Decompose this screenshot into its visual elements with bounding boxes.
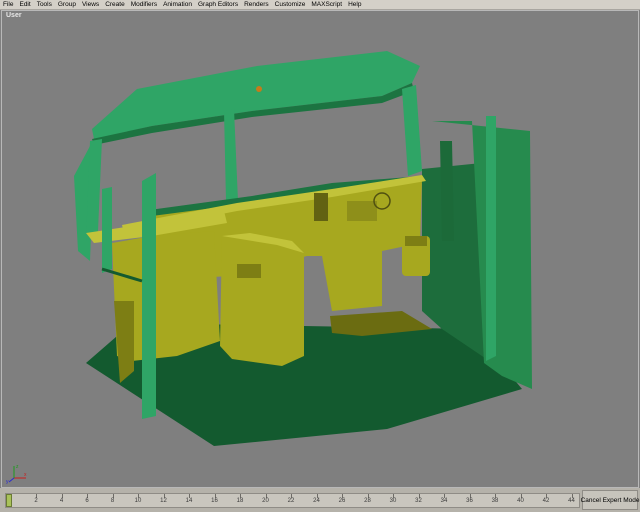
axis-x-label: x — [24, 472, 27, 478]
menu-item-modifiers[interactable]: Modifiers — [128, 0, 160, 10]
right-window-frame — [440, 141, 454, 241]
menu-item-group[interactable]: Group — [55, 0, 79, 10]
timeline-tick-label: 10 — [134, 498, 142, 504]
timeline-tick-label: 2 — [34, 498, 38, 504]
menu-item-animation[interactable]: Animation — [160, 0, 195, 10]
timeline-tick-label: 38 — [491, 498, 499, 504]
cab-roof — [92, 51, 420, 139]
left-mid-post — [102, 187, 112, 273]
timeline-tick-label: 8 — [110, 498, 115, 504]
time-slider[interactable] — [6, 494, 12, 507]
timeline-tick-label: 14 — [185, 498, 193, 504]
timeline-tick-label: 42 — [542, 498, 550, 504]
timeline-tick-label: 6 — [85, 498, 89, 504]
menu-item-tools[interactable]: Tools — [34, 0, 55, 10]
cab-model-scene[interactable] — [2, 11, 638, 487]
time-track[interactable]: 2 4 6 8 10 12 14 16 18 20 22 24 26 28 30 32 34 36 38 40 42 44 — [5, 493, 580, 508]
menu-item-create[interactable]: Create — [102, 0, 128, 10]
timeline-tick-label: 4 — [59, 498, 64, 504]
menu-item-customize[interactable]: Customize — [272, 0, 309, 10]
menu-item-file[interactable]: File — [0, 0, 16, 10]
roof-light — [256, 86, 262, 92]
menu-item-graph-editors[interactable]: Graph Editors — [195, 0, 241, 10]
timeline-tick-label: 40 — [517, 498, 524, 504]
engine-box — [220, 236, 304, 366]
timeline-tick-label: 32 — [415, 498, 422, 504]
axis-y-label: y — [6, 479, 9, 484]
dash-recess — [314, 193, 328, 221]
timeline-tick-label: 28 — [364, 498, 371, 504]
dash-recess-2 — [347, 201, 377, 221]
menu-bar: File Edit Tools Group Views Create Modifiers An… — [0, 0, 640, 10]
timeline-bar: 2 4 6 8 10 12 14 16 18 20 22 24 26 28 30 32 34 36 38 40 42 44… — [0, 488, 640, 512]
right-cylinder-top — [405, 236, 427, 246]
menu-item-renders[interactable]: Renders — [241, 0, 272, 10]
menu-item-maxscript[interactable]: MAXScript — [308, 0, 345, 10]
cancel-expert-mode-button[interactable]: Cancel Expert Mode — [581, 490, 639, 510]
timeline-tick-label: 24 — [313, 498, 320, 504]
menu-item-help[interactable]: Help — [345, 0, 364, 10]
timeline-tick-label: 22 — [287, 498, 295, 504]
menu-item-views[interactable]: Views — [79, 0, 102, 10]
center-pillar — [224, 109, 238, 201]
axis-z-label: z — [16, 464, 19, 470]
timeline-tick-label: 20 — [262, 498, 269, 504]
menu-item-edit[interactable]: Edit — [16, 0, 33, 10]
timeline-tick-label: 26 — [338, 498, 346, 504]
timeline-tick-label: 16 — [211, 498, 218, 504]
right-front-pillar — [402, 85, 422, 176]
timeline-tick-label: 44 — [568, 498, 575, 504]
left-front-post — [142, 173, 156, 419]
engine-box-slot — [237, 264, 261, 278]
axis-tripod-icon: x z y — [6, 464, 27, 484]
timeline-tick-label: 36 — [466, 498, 473, 504]
timeline-tick-label: 12 — [160, 498, 167, 504]
timeline-tick-label: 30 — [389, 498, 397, 504]
timeline-tick-label: 18 — [236, 498, 244, 504]
right-front-post — [486, 116, 496, 361]
timeline-tick-label: 34 — [440, 498, 448, 504]
viewport-user[interactable]: User x z y — [1, 10, 639, 488]
